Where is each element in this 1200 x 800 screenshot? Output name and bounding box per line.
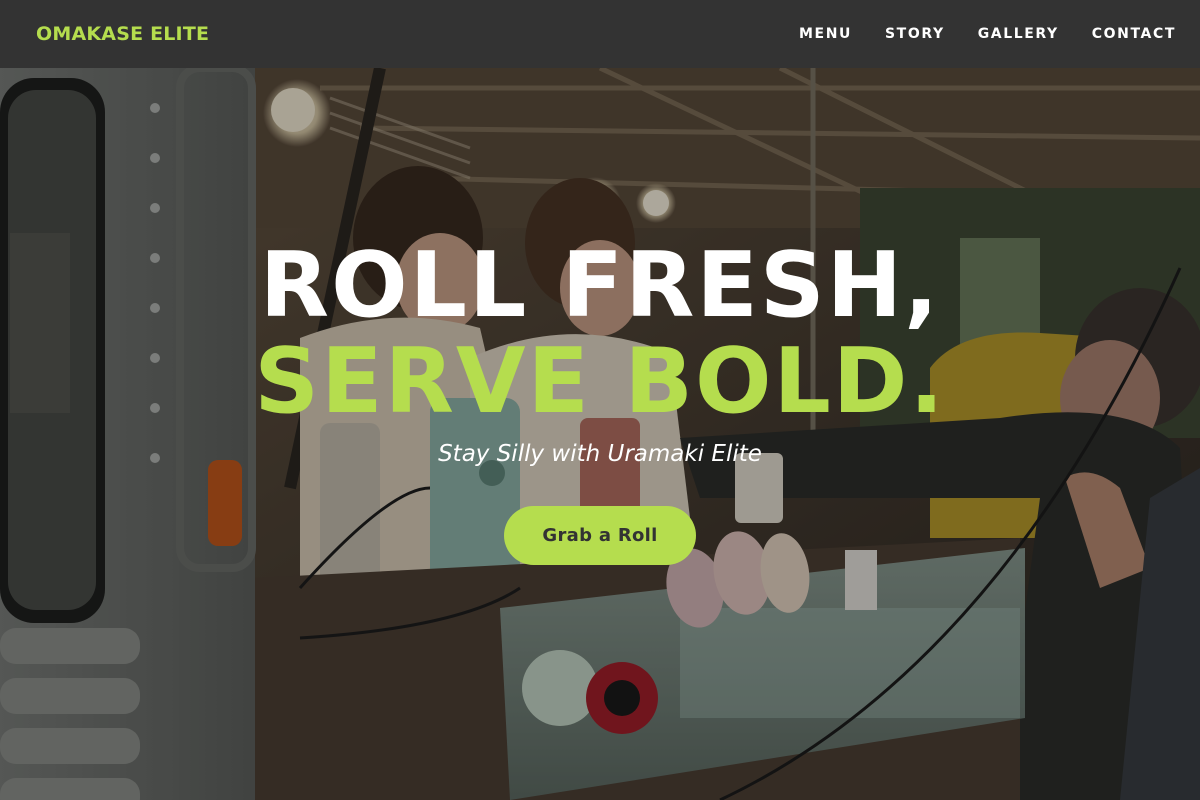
hero-section: ROLL FRESH, SERVE BOLD. Stay Silly with … (0, 68, 1200, 800)
brand-logo[interactable]: OMAKASE ELITE (36, 23, 209, 45)
nav-link-menu[interactable]: MENU (799, 26, 852, 42)
nav-link-story[interactable]: STORY (885, 26, 945, 42)
hero-tagline: Stay Silly with Uramaki Elite (438, 441, 762, 467)
nav-link-gallery[interactable]: GALLERY (978, 26, 1059, 42)
hero-content: ROLL FRESH, SERVE BOLD. Stay Silly with … (0, 68, 1200, 800)
hero-headline: ROLL FRESH, SERVE BOLD. (0, 238, 1200, 430)
nav-link-contact[interactable]: CONTACT (1092, 26, 1176, 42)
top-nav: OMAKASE ELITE MENU STORY GALLERY CONTACT (0, 0, 1200, 68)
grab-a-roll-button[interactable]: Grab a Roll (504, 506, 696, 565)
landing-page: OMAKASE ELITE MENU STORY GALLERY CONTACT (0, 0, 1200, 800)
nav-links: MENU STORY GALLERY CONTACT (766, 26, 1176, 42)
headline-line-2: SERVE BOLD. (254, 329, 946, 434)
headline-line-1: ROLL FRESH, (259, 233, 941, 338)
